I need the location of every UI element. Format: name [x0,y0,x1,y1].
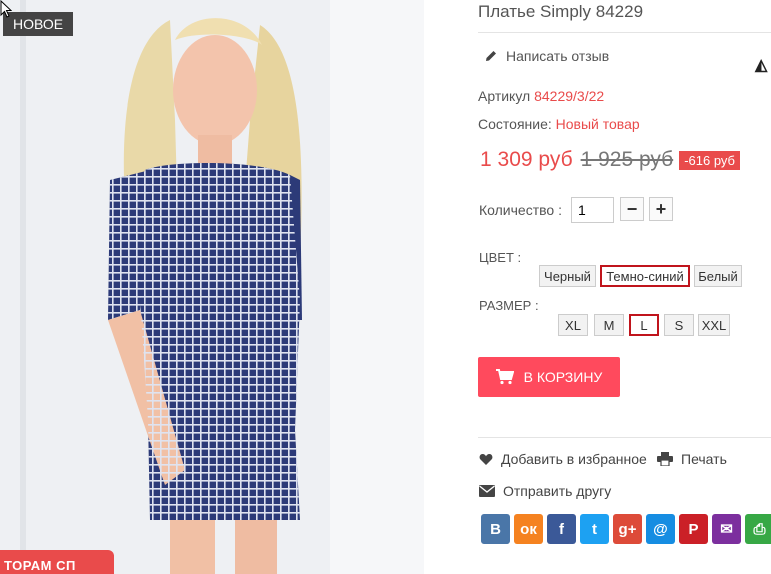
write-review-label: Написать отзыв [506,48,610,64]
facebook-icon[interactable]: f [547,514,576,544]
google-plus-icon[interactable]: g+ [613,514,642,544]
quantity-input[interactable] [571,197,614,223]
odnoklassniki-icon[interactable]: ок [514,514,543,544]
mouse-cursor-icon [0,0,12,18]
color-option-black[interactable]: Черный [539,265,596,287]
divider [478,437,771,438]
product-info: Платье Simply 84229 Написать отзыв ◭ Арт… [478,0,771,574]
quantity-decrease-button[interactable]: − [620,197,644,221]
product-title: Платье Simply 84229 [478,2,644,21]
new-badge: НОВОЕ [3,12,74,36]
printer-icon [657,452,673,466]
current-price: 1 309 руб [480,148,573,171]
mail-at-icon[interactable]: @ [646,514,675,544]
old-price: 1 925 руб [580,148,674,171]
send-to-friend-label: Отправить другу [503,483,612,499]
divider [478,32,771,33]
quantity-increase-button[interactable]: + [649,197,673,221]
product-photo[interactable]: НОВОЕ ТОРАМ СП [0,0,424,574]
pinterest-icon[interactable]: P [679,514,708,544]
color-option-white[interactable]: Белый [694,265,742,287]
condition-label: Состояние: [478,116,552,132]
sku-row: Артикул 84229/3/22 [478,88,604,104]
size-option-xl[interactable]: XL [558,314,588,336]
add-to-wishlist-link[interactable]: Добавить в избранное [479,451,647,467]
color-label: ЦВЕТ : [479,250,522,265]
wishlist-label: Добавить в избранное [501,451,647,467]
sku-label: Артикул [478,88,531,104]
product-image [0,0,424,574]
size-option-xxl[interactable]: XXL [698,314,730,336]
discount-badge: -616 руб [679,150,740,170]
add-to-cart-button[interactable]: В КОРЗИНУ [478,357,620,397]
quantity-label: Количество : [479,202,562,218]
size-option-l[interactable]: L [629,314,659,336]
print-link[interactable]: Печать [657,451,727,467]
promo-tab[interactable]: ТОРАМ СП [0,550,114,574]
print-label: Печать [681,451,727,467]
twitter-icon[interactable]: t [580,514,609,544]
send-to-friend-link[interactable]: Отправить другу [479,483,611,499]
write-review-link[interactable]: Написать отзыв [484,48,609,64]
color-option-navy[interactable]: Темно-синий [600,265,690,287]
email-icon[interactable]: ✉ [712,514,741,544]
heart-icon [479,453,493,465]
envelope-icon [479,485,495,497]
size-label: РАЗМЕР : [479,298,539,313]
sku-value: 84229/3/22 [534,88,605,104]
condition-row: Состояние: Новый товар [478,116,640,132]
price-row: 1 309 руб 1 925 руб -616 руб [480,148,740,172]
vk-icon[interactable]: В [481,514,510,544]
cart-icon [495,369,514,385]
share-buttons: Вок f t g+ @ P ✉ ⎙ [481,514,771,544]
size-option-m[interactable]: M [594,314,624,336]
pencil-icon [486,51,496,61]
print-share-icon[interactable]: ⎙ [745,514,771,544]
size-option-s[interactable]: S [664,314,694,336]
condition-value: Новый товар [555,116,640,132]
partial-icon: ◭ [755,57,768,74]
add-to-cart-label: В КОРЗИНУ [523,369,603,385]
